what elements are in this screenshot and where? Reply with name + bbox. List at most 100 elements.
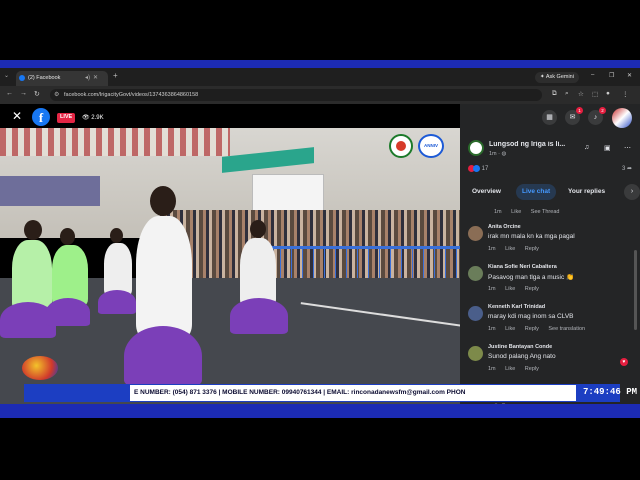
video-top-bar: ✕ f LIVE 👁 2.9K <box>0 104 460 128</box>
comment-text: maray kdi mag inom sa CLVB <box>488 313 574 320</box>
like-link[interactable]: Like <box>511 209 521 215</box>
notifications-badge: 2 <box>599 107 606 114</box>
facebook-logo-icon[interactable]: f <box>32 108 50 126</box>
message-actions: 1m Like See Thread <box>494 209 567 215</box>
tab-your-replies[interactable]: Your replies <box>562 184 611 200</box>
commenter-avatar[interactable] <box>468 346 483 361</box>
message-time: 1m <box>488 246 496 252</box>
share-count[interactable]: 3 ➦ <box>622 165 632 172</box>
commenter-avatar[interactable] <box>468 226 483 241</box>
see-thread-link[interactable]: See Thread <box>531 209 560 215</box>
reload-icon[interactable]: ↻ <box>34 90 40 98</box>
message-time: 1m <box>488 286 496 292</box>
browser-tab-bar: ⌄ (2) Facebook ◂) ✕ + ✦ Ask Gemini – ❐ ✕ <box>0 68 640 86</box>
list-item: Anita Orcine irak mn mala kn ka mga paga… <box>468 224 634 260</box>
top-frame-band <box>0 60 640 68</box>
commenter-avatar[interactable] <box>468 306 483 321</box>
list-item: Kenneth Karl Trinidad maray kdi mag inom… <box>468 304 634 340</box>
tab-title: (2) Facebook <box>28 75 61 81</box>
tab-live-chat[interactable]: Live chat <box>516 184 557 200</box>
like-reaction-icon <box>473 165 480 172</box>
minimize-button[interactable]: – <box>591 72 594 78</box>
viewer-count-value: 2.9K <box>91 115 104 121</box>
dancer <box>44 228 94 358</box>
browser-menu-icon[interactable]: ⋮ <box>622 90 629 98</box>
more-options-icon[interactable]: ⋯ <box>624 144 631 152</box>
notifications-bell-icon[interactable]: ♪ 2 <box>588 107 606 125</box>
dancer <box>230 220 290 370</box>
message-actions: 1m Like Reply <box>488 246 547 252</box>
like-link[interactable]: Like <box>505 326 515 332</box>
viewer-count: 👁 2.9K <box>82 114 104 121</box>
back-icon[interactable]: ← <box>6 90 13 97</box>
post-meta: 1m · ◍ <box>489 151 506 157</box>
maximize-button[interactable]: ❐ <box>609 72 614 79</box>
like-link[interactable]: Like <box>505 366 515 372</box>
browser-tab-facebook[interactable]: (2) Facebook ◂) ✕ <box>16 71 108 86</box>
see-translation-link[interactable]: See translation <box>548 326 585 332</box>
speaker-icon[interactable]: ◂) <box>85 74 90 81</box>
ask-gemini-button[interactable]: ✦ Ask Gemini <box>535 72 579 83</box>
extensions-icon[interactable]: ⬚ <box>592 90 598 98</box>
commenter-name[interactable]: Kenneth Karl Trinidad <box>488 304 545 310</box>
cast-icon[interactable]: ⧉ <box>552 90 557 98</box>
profile-avatar[interactable] <box>612 108 632 128</box>
chat-scrollbar[interactable] <box>634 250 637 330</box>
comment-text: irak mn mala kn ka mga pagal <box>488 233 575 240</box>
globe-icon: ◍ <box>501 151 507 157</box>
video-frame <box>0 128 460 404</box>
message-time: 1m <box>488 366 496 372</box>
tab-close-icon[interactable]: ✕ <box>93 74 98 81</box>
page-avatar[interactable] <box>468 140 484 156</box>
new-tab-button[interactable]: + <box>113 71 118 80</box>
save-icon[interactable]: ▣ <box>604 144 611 152</box>
reply-link[interactable]: Reply <box>525 286 539 292</box>
reply-link[interactable]: Reply <box>525 326 539 332</box>
chat-list: 1m Like See Thread Anita Orcine irak mn … <box>468 204 636 404</box>
messenger-badge: 1 <box>576 107 583 114</box>
share-icon: ➦ <box>626 166 632 172</box>
reactions-summary[interactable]: 17 <box>468 165 488 172</box>
live-video-player[interactable]: ✕ f LIVE 👁 2.9K ANNIV <box>0 104 460 404</box>
tab-search-icon[interactable]: ⌄ <box>4 72 9 79</box>
bookmark-star-icon[interactable]: ☆ <box>578 90 584 98</box>
site-info-icon[interactable]: ⚙ <box>54 91 59 98</box>
comment-text: Pasavog man tlga a music 👏 <box>488 274 575 281</box>
anniversary-logo: ANNIV <box>418 134 444 158</box>
reply-link[interactable]: Reply <box>525 246 539 252</box>
browser-toolbar: ← → ↻ ⚙ facebook.com/IrigacityGovt/video… <box>0 86 640 104</box>
live-chat-panel: ▦ ✉ 1 ♪ 2 Lungsod ng Iriga is li... 1m · ◍… <box>460 104 640 404</box>
storefront <box>0 176 100 206</box>
heart-reaction-icon[interactable]: ♥ <box>620 358 628 366</box>
zoom-icon[interactable]: ⌕ <box>565 90 569 98</box>
message-actions: 1m Like Reply See translation <box>488 326 593 332</box>
profile-icon[interactable]: ● <box>606 90 610 97</box>
message-actions: 1m Like Reply <box>488 286 547 292</box>
commenter-name[interactable]: Kiana Sofie Neri Cabaltera <box>488 264 557 270</box>
post-time: 1m · <box>489 151 502 157</box>
chat-tabs: Overview Live chat Your replies › <box>466 184 640 200</box>
follow-bell-icon[interactable]: ♫ <box>584 144 589 151</box>
page-header: Lungsod ng Iriga is li... 1m · ◍ ♫ ▣ ⋯ <box>468 140 634 166</box>
close-window-button[interactable]: ✕ <box>627 72 632 79</box>
like-link[interactable]: Like <box>505 246 515 252</box>
menu-grid-icon[interactable]: ▦ <box>542 110 557 125</box>
ask-gemini-label: Ask Gemini <box>545 74 574 80</box>
reply-link[interactable]: Reply <box>525 366 539 372</box>
tab-overview[interactable]: Overview <box>466 184 507 200</box>
like-link[interactable]: Like <box>505 286 515 292</box>
page-name[interactable]: Lungsod ng Iriga is li... <box>489 141 569 148</box>
close-video-icon[interactable]: ✕ <box>12 109 22 123</box>
commenter-avatar[interactable] <box>468 266 483 281</box>
comment-text: Sunod palang Ang nato <box>488 353 556 360</box>
eye-icon: 👁 <box>82 115 90 121</box>
messenger-icon[interactable]: ✉ 1 <box>565 107 583 125</box>
reaction-count: 17 <box>481 166 489 173</box>
city-seal-logo <box>389 134 413 158</box>
forward-icon[interactable]: → <box>20 90 27 97</box>
chevron-right-icon[interactable]: › <box>624 184 640 200</box>
commenter-name[interactable]: Anita Orcine <box>488 224 521 230</box>
station-logo <box>22 356 58 380</box>
commenter-name[interactable]: Justine Bantayan Conde <box>488 344 552 350</box>
address-bar[interactable]: ⚙ facebook.com/IrigacityGovt/videos/1374… <box>50 89 542 101</box>
